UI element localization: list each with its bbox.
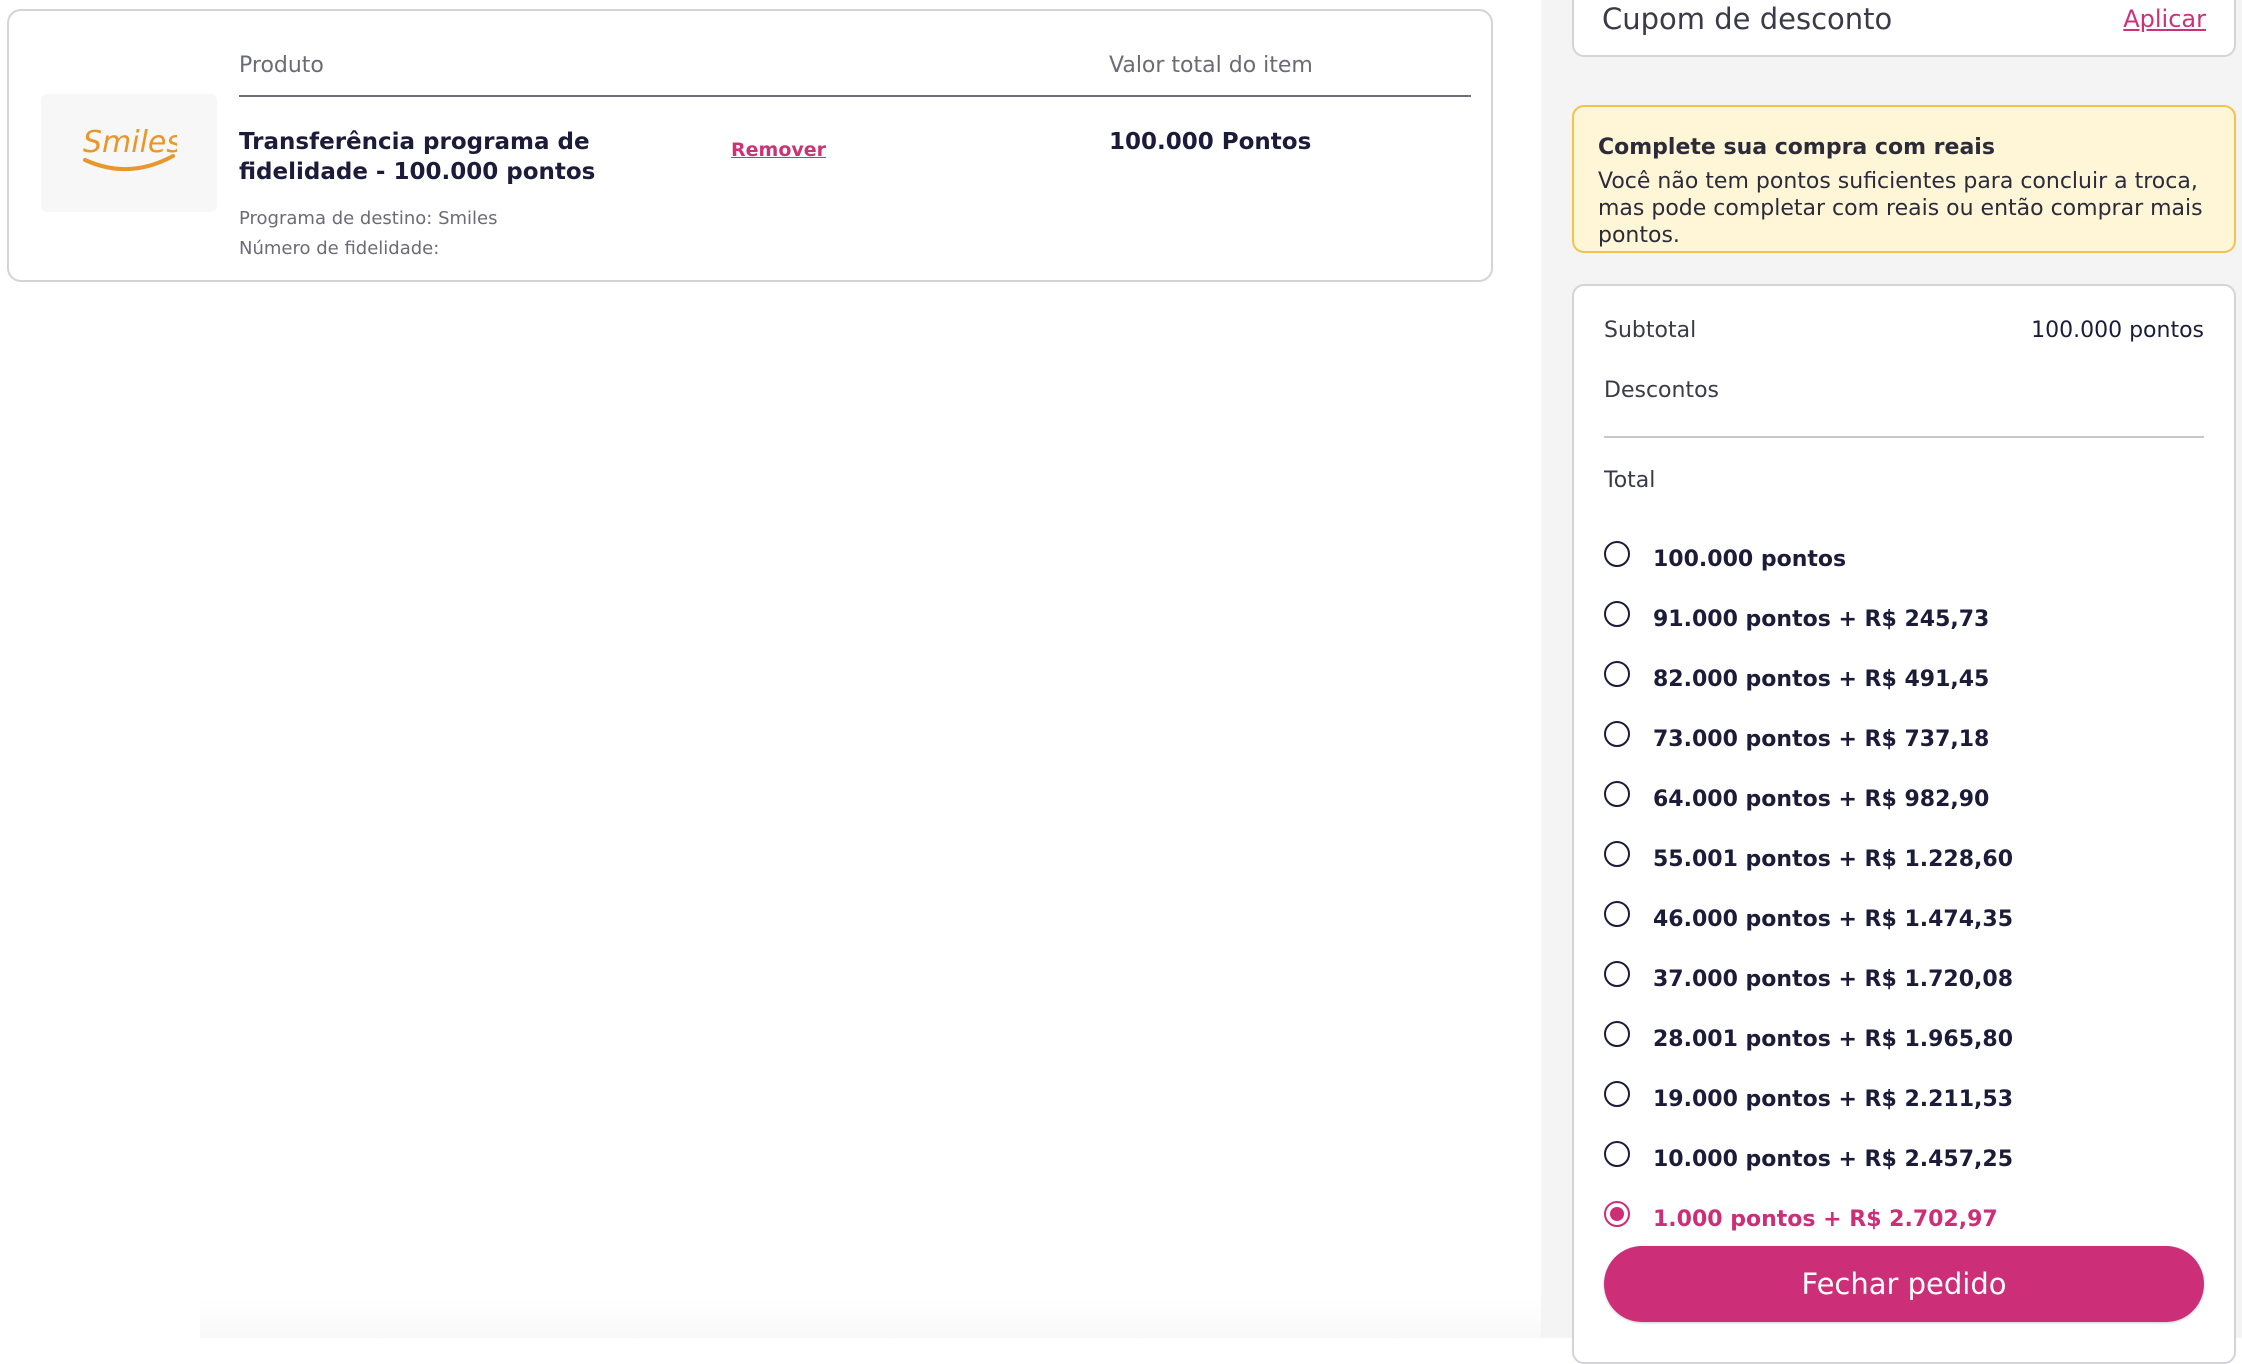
payment-option[interactable]: 10.000 pontos + R$ 2.457,25 xyxy=(1604,1126,2204,1186)
payment-option-label: 64.000 pontos + R$ 982,90 xyxy=(1653,786,1990,812)
radio-button[interactable] xyxy=(1604,661,1630,687)
payment-option[interactable]: 55.001 pontos + R$ 1.228,60 xyxy=(1604,826,2204,886)
summary-divider xyxy=(1604,436,2204,438)
payment-option-label: 100.000 pontos xyxy=(1653,546,1847,572)
smiles-logo-icon: Smiles xyxy=(83,125,177,171)
payment-option-label: 37.000 pontos + R$ 1.720,08 xyxy=(1653,966,2014,992)
alert-title: Complete sua compra com reais xyxy=(1598,135,1995,160)
remove-item-link[interactable]: Remover xyxy=(731,139,826,161)
payment-option[interactable]: 46.000 pontos + R$ 1.474,35 xyxy=(1604,886,2204,946)
payment-option-label: 73.000 pontos + R$ 737,18 xyxy=(1653,726,1990,752)
apply-coupon-link[interactable]: Aplicar xyxy=(2123,5,2206,33)
payment-option[interactable]: 19.000 pontos + R$ 2.211,53 xyxy=(1604,1066,2204,1126)
radio-button[interactable] xyxy=(1604,781,1630,807)
payment-options: 100.000 pontos 91.000 pontos + R$ 245,73… xyxy=(1604,526,2204,1246)
radio-button[interactable] xyxy=(1604,601,1630,627)
radio-button[interactable] xyxy=(1604,541,1630,567)
radio-button[interactable] xyxy=(1604,721,1630,747)
close-order-button[interactable]: Fechar pedido xyxy=(1604,1246,2204,1322)
payment-option-label: 19.000 pontos + R$ 2.211,53 xyxy=(1653,1086,2014,1112)
radio-button[interactable] xyxy=(1604,1021,1630,1047)
alert-text: Você não tem pontos suficientes para con… xyxy=(1598,169,2203,248)
radio-button[interactable] xyxy=(1604,1201,1630,1227)
payment-option-label: 82.000 pontos + R$ 491,45 xyxy=(1653,666,1990,692)
coupon-label: Cupom de desconto xyxy=(1602,2,1893,36)
payment-option[interactable]: 73.000 pontos + R$ 737,18 xyxy=(1604,706,2204,766)
radio-button[interactable] xyxy=(1604,961,1630,987)
payment-option-label: 46.000 pontos + R$ 1.474,35 xyxy=(1653,906,2014,932)
payment-option-label: 28.001 pontos + R$ 1.965,80 xyxy=(1653,1026,2014,1052)
bottom-shadow xyxy=(200,1300,1541,1338)
smiles-logo: Smiles xyxy=(41,94,217,212)
payment-option[interactable]: 28.001 pontos + R$ 1.965,80 xyxy=(1604,1006,2204,1066)
payment-option[interactable]: 100.000 pontos xyxy=(1604,526,2204,586)
order-summary-card: Subtotal 100.000 pontos Descontos Total … xyxy=(1572,284,2236,1364)
payment-option[interactable]: 37.000 pontos + R$ 1.720,08 xyxy=(1604,946,2204,1006)
header-divider xyxy=(239,95,1471,97)
insufficient-points-alert: Complete sua compra com reais Você não t… xyxy=(1572,105,2236,253)
loyalty-number: Número de fidelidade: xyxy=(239,238,440,259)
discounts-label: Descontos xyxy=(1604,378,1719,403)
payment-option-label: 10.000 pontos + R$ 2.457,25 xyxy=(1653,1146,2014,1172)
total-label: Total xyxy=(1604,468,1656,493)
payment-option[interactable]: 82.000 pontos + R$ 491,45 xyxy=(1604,646,2204,706)
item-total-value: 100.000 Pontos xyxy=(1109,129,1312,155)
subtotal-value: 100.000 pontos xyxy=(2031,318,2204,343)
payment-option[interactable]: 1.000 pontos + R$ 2.702,97 xyxy=(1604,1186,2204,1246)
payment-option[interactable]: 91.000 pontos + R$ 245,73 xyxy=(1604,586,2204,646)
payment-option-label: 1.000 pontos + R$ 2.702,97 xyxy=(1653,1206,1998,1232)
radio-button[interactable] xyxy=(1604,841,1630,867)
product-name: Transferência programa de fidelidade - 1… xyxy=(239,129,596,185)
radio-button[interactable] xyxy=(1604,1081,1630,1107)
coupon-card: Cupom de desconto Aplicar xyxy=(1572,0,2236,57)
svg-text:Smiles: Smiles xyxy=(83,125,177,160)
column-header-item-total: Valor total do item xyxy=(1109,53,1313,78)
cart-item-card: Produto Valor total do item Smiles Trans… xyxy=(7,9,1493,282)
payment-option-label: 55.001 pontos + R$ 1.228,60 xyxy=(1653,846,2014,872)
payment-option-label: 91.000 pontos + R$ 245,73 xyxy=(1653,606,1990,632)
radio-button[interactable] xyxy=(1604,1141,1630,1167)
subtotal-label: Subtotal xyxy=(1604,318,1697,343)
radio-button[interactable] xyxy=(1604,901,1630,927)
destination-program: Programa de destino: Smiles xyxy=(239,208,498,229)
column-header-product: Produto xyxy=(239,53,324,78)
payment-option[interactable]: 64.000 pontos + R$ 982,90 xyxy=(1604,766,2204,826)
